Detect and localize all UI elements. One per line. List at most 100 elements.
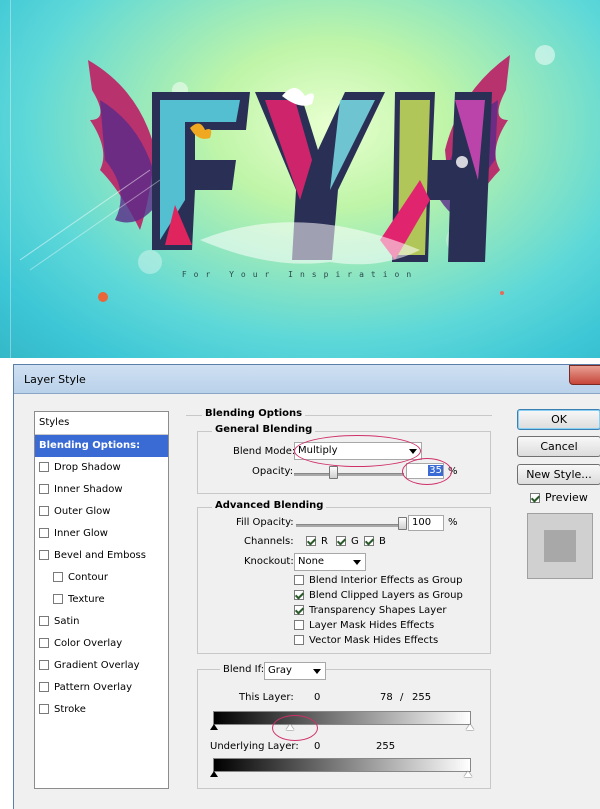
preview-checkbox-row[interactable]: Preview: [530, 491, 588, 504]
preview-checkbox[interactable]: [530, 493, 540, 503]
adv-option-label: Blend Interior Effects as Group: [309, 575, 463, 586]
channel-g-checkbox-row[interactable]: G: [336, 536, 359, 547]
fill-opacity-value: 100: [412, 517, 432, 528]
adv-option-blend-interior-effects-as-group[interactable]: Blend Interior Effects as Group: [294, 575, 462, 586]
adv-option-checkbox[interactable]: [294, 590, 304, 600]
chevron-down-icon: [353, 560, 361, 565]
this-layer-separator: /: [400, 692, 404, 703]
style-preview-box: [527, 513, 593, 579]
style-checkbox[interactable]: [39, 462, 49, 472]
style-checkbox[interactable]: [39, 616, 49, 626]
adv-option-transparency-shapes-layer[interactable]: Transparency Shapes Layer: [294, 605, 446, 616]
styles-list-header[interactable]: Styles: [35, 412, 168, 435]
style-item-pattern-overlay[interactable]: Pattern Overlay: [35, 677, 168, 699]
underlying-layer-white-slider[interactable]: [464, 771, 472, 777]
fill-opacity-slider-thumb[interactable]: [398, 517, 407, 530]
layer-style-dialog: Layer Style Styles Blending Options: Cus…: [13, 364, 600, 809]
adv-option-checkbox[interactable]: [294, 575, 304, 585]
opacity-label: Opacity:: [252, 466, 294, 477]
style-item-gradient-overlay[interactable]: Gradient Overlay: [35, 655, 168, 677]
style-checkbox[interactable]: [39, 660, 49, 670]
style-item-label: Pattern Overlay: [54, 682, 133, 693]
style-item-label: Texture: [68, 594, 105, 605]
adv-option-label: Vector Mask Hides Effects: [309, 635, 439, 646]
fill-opacity-slider-track[interactable]: [296, 524, 406, 527]
adv-option-checkbox[interactable]: [294, 605, 304, 615]
style-item-label: Color Overlay: [54, 638, 123, 649]
cancel-button[interactable]: Cancel: [517, 436, 600, 457]
this-layer-gradient-bar[interactable]: [213, 711, 471, 725]
style-item-satin[interactable]: Satin: [35, 611, 168, 633]
new-style-button[interactable]: New Style...: [517, 464, 600, 485]
style-checkbox[interactable]: [39, 528, 49, 538]
style-checkbox[interactable]: [39, 484, 49, 494]
style-checkbox[interactable]: [39, 704, 49, 714]
this-layer-label: This Layer:: [239, 692, 294, 703]
style-item-inner-glow[interactable]: Inner Glow: [35, 523, 168, 545]
style-checkbox[interactable]: [53, 572, 63, 582]
style-item-texture[interactable]: Texture: [35, 589, 168, 611]
channel-checkbox[interactable]: [306, 536, 316, 546]
adv-option-layer-mask-hides-effects[interactable]: Layer Mask Hides Effects: [294, 620, 434, 631]
adv-option-label: Transparency Shapes Layer: [309, 605, 447, 616]
style-item-label: Contour: [68, 572, 108, 583]
adv-option-vector-mask-hides-effects[interactable]: Vector Mask Hides Effects: [294, 635, 438, 646]
opacity-highlight-ring: [402, 458, 452, 485]
artwork-canvas: For Your Inspiration: [0, 0, 600, 358]
style-checkbox[interactable]: [39, 506, 49, 516]
blend-if-label: Blend If:: [220, 664, 268, 675]
preview-label: Preview: [545, 491, 588, 504]
style-checkbox[interactable]: [53, 594, 63, 604]
style-item-blending-options[interactable]: Blending Options: Custom: [35, 435, 168, 473]
knockout-value: None: [298, 556, 325, 567]
channel-label: G: [351, 536, 359, 547]
this-layer-max: 255: [412, 692, 432, 703]
style-item-drop-shadow[interactable]: Drop Shadow: [35, 457, 168, 479]
underlying-layer-black-slider[interactable]: [210, 771, 218, 777]
channel-checkbox[interactable]: [336, 536, 346, 546]
adv-option-checkbox[interactable]: [294, 635, 304, 645]
channel-r-checkbox-row[interactable]: R: [306, 536, 328, 547]
style-item-stroke[interactable]: Stroke: [35, 699, 168, 721]
advanced-blending-title: Advanced Blending: [212, 500, 327, 511]
opacity-slider-track[interactable]: [294, 473, 404, 476]
style-checkbox[interactable]: [39, 550, 49, 560]
ok-button[interactable]: OK: [517, 409, 600, 430]
blend-if-select[interactable]: Gray: [264, 662, 326, 680]
this-layer-white-slider[interactable]: [466, 724, 474, 730]
underlying-layer-label: Underlying Layer:: [210, 741, 299, 752]
style-item-contour[interactable]: Contour: [35, 567, 168, 589]
chevron-down-icon: [313, 669, 321, 674]
channel-checkbox[interactable]: [364, 536, 374, 546]
fill-opacity-label: Fill Opacity:: [236, 517, 294, 528]
knockout-select[interactable]: None: [294, 553, 366, 571]
styles-list: Styles Blending Options: Custom Drop Shad…: [34, 411, 169, 789]
style-item-label: Satin: [54, 616, 80, 627]
style-item-bevel-and-emboss[interactable]: Bevel and Emboss: [35, 545, 168, 567]
style-checkbox[interactable]: [39, 682, 49, 692]
this-layer-black-slider[interactable]: [210, 724, 218, 730]
style-item-label: Drop Shadow: [54, 462, 121, 473]
style-item-label: Bevel and Emboss: [54, 550, 146, 561]
underlying-layer-gradient-bar[interactable]: [213, 758, 471, 772]
split-slider-highlight-ring: [272, 715, 318, 741]
adv-option-checkbox[interactable]: [294, 620, 304, 630]
blend-if-value: Gray: [268, 665, 292, 676]
style-item-color-overlay[interactable]: Color Overlay: [35, 633, 168, 655]
fill-opacity-input[interactable]: 100: [408, 515, 444, 531]
style-checkbox[interactable]: [39, 638, 49, 648]
style-item-label: Inner Glow: [54, 528, 108, 539]
channel-b-checkbox-row[interactable]: B: [364, 536, 386, 547]
artwork-tagline: For Your Inspiration: [181, 270, 419, 279]
this-layer-split: 78: [380, 692, 393, 703]
adv-option-blend-clipped-layers-as-group[interactable]: Blend Clipped Layers as Group: [294, 590, 463, 601]
opacity-slider-thumb[interactable]: [328, 466, 338, 479]
blending-options-title: Blending Options: [202, 408, 306, 419]
dialog-title: Layer Style: [24, 373, 86, 386]
dialog-titlebar[interactable]: Layer Style: [14, 365, 600, 394]
fill-opacity-percent: %: [448, 517, 458, 528]
style-item-inner-shadow[interactable]: Inner Shadow: [35, 479, 168, 501]
adv-option-label: Layer Mask Hides Effects: [309, 620, 435, 631]
style-item-outer-glow[interactable]: Outer Glow: [35, 501, 168, 523]
close-button[interactable]: [569, 365, 600, 385]
